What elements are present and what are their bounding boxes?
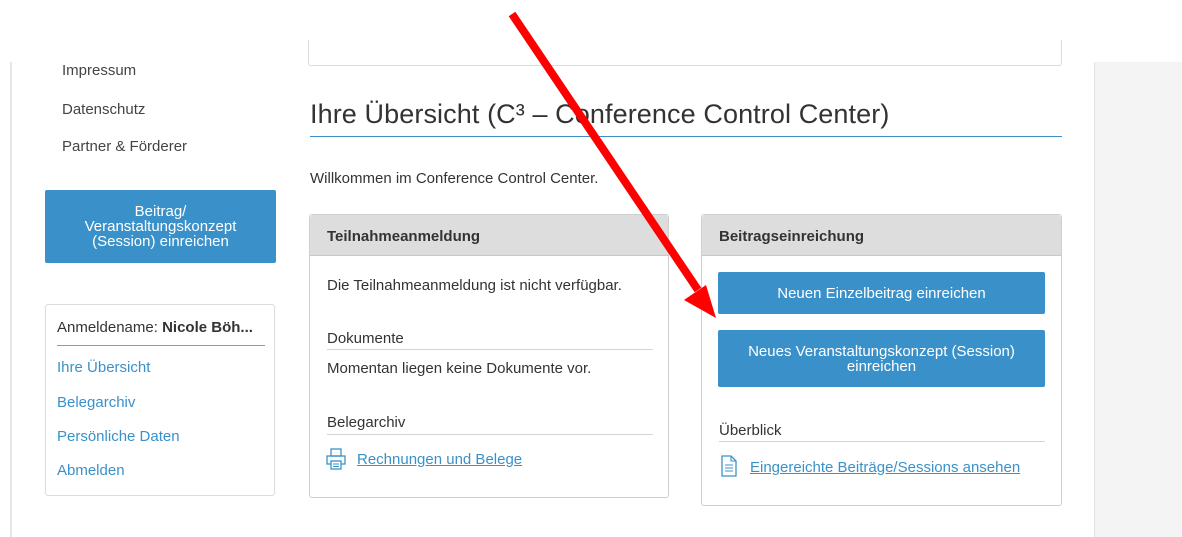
documents-divider — [327, 349, 653, 350]
top-panel-edge — [308, 40, 1062, 66]
archive-divider — [327, 434, 653, 435]
printer-icon — [326, 448, 346, 470]
registration-card-header: Teilnahmeanmeldung — [310, 215, 668, 256]
documents-text: Momentan liegen keine Dokumente vor. — [327, 360, 592, 377]
registration-card-title: Teilnahmeanmeldung — [327, 228, 481, 245]
registration-status-text: Die Teilnahmeanmeldung ist nicht verfügb… — [327, 277, 622, 294]
user-panel: Anmeldename: Nicole Böh... Ihre Übersich… — [45, 304, 275, 496]
username-value: Nicole Böh... — [162, 319, 253, 336]
submit-single-contribution-button[interactable]: Neuen Einzelbeitrag einreichen — [718, 272, 1045, 314]
user-link-logout[interactable]: Abmelden — [57, 462, 125, 479]
archive-label: Belegarchiv — [327, 414, 406, 431]
footer-link-datenschutz[interactable]: Datenschutz — [62, 101, 145, 118]
session-button-line-2: einreichen — [846, 357, 917, 375]
cta-line-2: Veranstaltungskonzept — [84, 218, 237, 235]
user-link-archive[interactable]: Belegarchiv — [57, 394, 135, 411]
document-icon — [721, 455, 737, 477]
right-gutter — [1094, 62, 1182, 537]
session-button-line-1: Neues Veranstaltungskonzept (Session) — [748, 342, 1015, 360]
footer-link-partner[interactable]: Partner & Förderer — [62, 138, 187, 155]
submission-card-title: Beitragseinreichung — [719, 228, 865, 245]
cta-line-3: (Session) einreichen — [92, 233, 229, 250]
single-button-label: Neuen Einzelbeitrag einreichen — [777, 284, 986, 302]
footer-link-impressum[interactable]: Impressum — [62, 62, 136, 79]
page-title: Ihre Übersicht (C³ – Conference Control … — [310, 99, 890, 129]
user-divider — [57, 345, 265, 346]
registration-card: Teilnahmeanmeldung Die Teilnahmeanmeldun… — [309, 214, 669, 498]
username-label: Anmeldename: — [57, 319, 158, 336]
username-row: Anmeldename: Nicole Böh... — [57, 319, 253, 336]
title-underline — [310, 136, 1062, 137]
submitted-contributions-link[interactable]: Eingereichte Beiträge/Sessions ansehen — [750, 459, 1020, 476]
user-link-personal-data[interactable]: Persönliche Daten — [57, 428, 180, 445]
welcome-text: Willkommen im Conference Control Center. — [310, 170, 599, 187]
overview-divider — [719, 441, 1045, 442]
submission-card-header: Beitragseinreichung — [702, 215, 1061, 256]
submission-card: Beitragseinreichung Neuen Einzelbeitrag … — [701, 214, 1062, 506]
cta-line-1: Beitrag/ — [134, 203, 187, 220]
left-border — [10, 62, 12, 537]
documents-label: Dokumente — [327, 330, 404, 347]
user-link-overview[interactable]: Ihre Übersicht — [57, 359, 150, 376]
invoices-link[interactable]: Rechnungen und Belege — [357, 451, 522, 468]
submit-contribution-button[interactable]: Beitrag/ Veranstaltungskonzept (Session)… — [45, 190, 276, 263]
overview-label: Überblick — [719, 422, 782, 439]
submit-session-button[interactable]: Neues Veranstaltungskonzept (Session) ei… — [718, 330, 1045, 387]
